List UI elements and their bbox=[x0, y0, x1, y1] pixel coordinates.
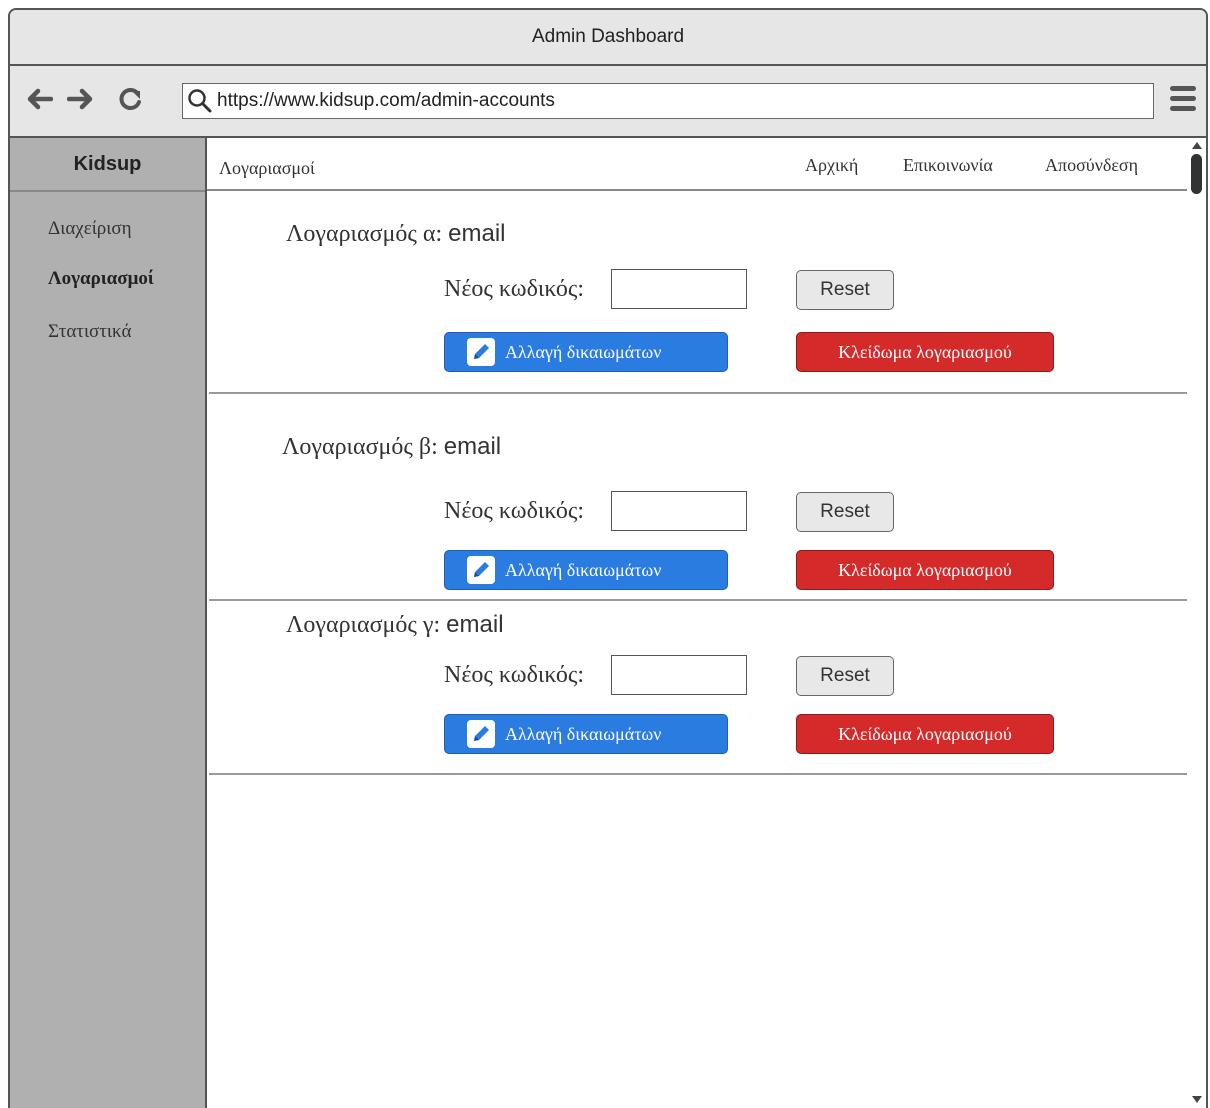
scrollbar-thumb[interactable] bbox=[1191, 154, 1202, 194]
sidebar-item-statistics[interactable]: Στατιστικά bbox=[48, 321, 131, 343]
reload-button[interactable] bbox=[116, 82, 146, 116]
change-permissions-button[interactable]: Αλλαγή δικαιωμάτων bbox=[444, 714, 728, 754]
divider bbox=[209, 599, 1187, 601]
new-password-input[interactable] bbox=[611, 655, 747, 695]
new-password-label: Νέος κωδικός: bbox=[444, 498, 585, 524]
reload-icon bbox=[119, 88, 141, 110]
sidebar-brand: Kidsup bbox=[10, 138, 205, 192]
browser-toolbar bbox=[10, 66, 1206, 138]
account-title: Λογαριασμός γ: email bbox=[286, 611, 504, 639]
account-email: email bbox=[448, 220, 506, 247]
change-permissions-button[interactable]: Αλλαγή δικαιωμάτων bbox=[444, 332, 728, 372]
account-label: Λογαριασμός α: bbox=[286, 221, 443, 247]
account-email: email bbox=[446, 611, 504, 638]
divider bbox=[209, 392, 1187, 394]
change-permissions-label: Αλλαγή δικαιωμάτων bbox=[505, 341, 662, 362]
account-label: Λογαριασμός γ: bbox=[286, 612, 441, 638]
breadcrumb: Λογαριασμοί bbox=[219, 158, 315, 178]
account-email: email bbox=[443, 433, 502, 460]
sidebar-item-management[interactable]: Διαχείριση bbox=[48, 218, 132, 240]
new-password-label: Νέος κωδικός: bbox=[444, 276, 585, 302]
change-permissions-label: Αλλαγή δικαιωμάτων bbox=[505, 559, 662, 580]
url-input[interactable] bbox=[217, 90, 1117, 112]
pencil-icon bbox=[467, 556, 495, 584]
change-permissions-button[interactable]: Αλλαγή δικαιωμάτων bbox=[444, 550, 728, 590]
new-password-input[interactable] bbox=[611, 491, 747, 531]
forward-button[interactable] bbox=[66, 82, 96, 116]
sidebar: Kidsup Διαχείριση Λογαριασμοί Στατιστικά bbox=[10, 138, 207, 1108]
lock-account-button[interactable]: Κλείδωμα λογαριασμού bbox=[796, 550, 1054, 590]
arrow-left-icon bbox=[27, 88, 53, 110]
window-titlebar: Admin Dashboard bbox=[10, 10, 1206, 66]
arrow-right-icon bbox=[67, 88, 93, 110]
divider bbox=[209, 773, 1187, 775]
change-permissions-label: Αλλαγή δικαιωμάτων bbox=[505, 723, 662, 744]
reset-password-button[interactable]: Reset bbox=[796, 492, 894, 532]
account-label: Λογαριασμός β: bbox=[282, 434, 438, 460]
sidebar-item-accounts[interactable]: Λογαριασμοί bbox=[48, 268, 154, 290]
lock-account-button[interactable]: Κλείδωμα λογαριασμού bbox=[796, 714, 1054, 754]
new-password-input[interactable] bbox=[611, 269, 747, 309]
reset-password-button[interactable]: Reset bbox=[796, 656, 894, 696]
top-navigation: Λογαριασμοί Αρχική Επικοινωνία Αποσύνδεσ… bbox=[207, 138, 1187, 191]
nav-link-home[interactable]: Αρχική bbox=[805, 155, 858, 176]
account-title: Λογαριασμός β: email bbox=[282, 433, 501, 461]
reset-password-button[interactable]: Reset bbox=[796, 270, 894, 310]
scroll-down-arrow-icon[interactable] bbox=[1192, 1096, 1202, 1103]
address-bar[interactable] bbox=[182, 83, 1154, 119]
account-title: Λογαριασμός α: email bbox=[286, 220, 506, 248]
scroll-up-arrow-icon[interactable] bbox=[1192, 142, 1202, 149]
pencil-icon bbox=[467, 720, 495, 748]
vertical-scrollbar[interactable] bbox=[1187, 138, 1206, 1108]
nav-link-logout[interactable]: Αποσύνδεση bbox=[1045, 155, 1138, 176]
hamburger-menu-icon[interactable] bbox=[1170, 86, 1196, 116]
search-icon bbox=[183, 84, 217, 118]
browser-window: Admin Dashboard https://www.kidsup.com/a… bbox=[8, 8, 1208, 1108]
lock-account-button[interactable]: Κλείδωμα λογαριασμού bbox=[796, 332, 1054, 372]
back-button[interactable] bbox=[24, 82, 54, 116]
window-title: Admin Dashboard bbox=[531, 26, 685, 47]
nav-link-contact[interactable]: Επικοινωνία bbox=[903, 155, 993, 176]
new-password-label: Νέος κωδικός: bbox=[444, 662, 585, 688]
pencil-icon bbox=[467, 338, 495, 366]
